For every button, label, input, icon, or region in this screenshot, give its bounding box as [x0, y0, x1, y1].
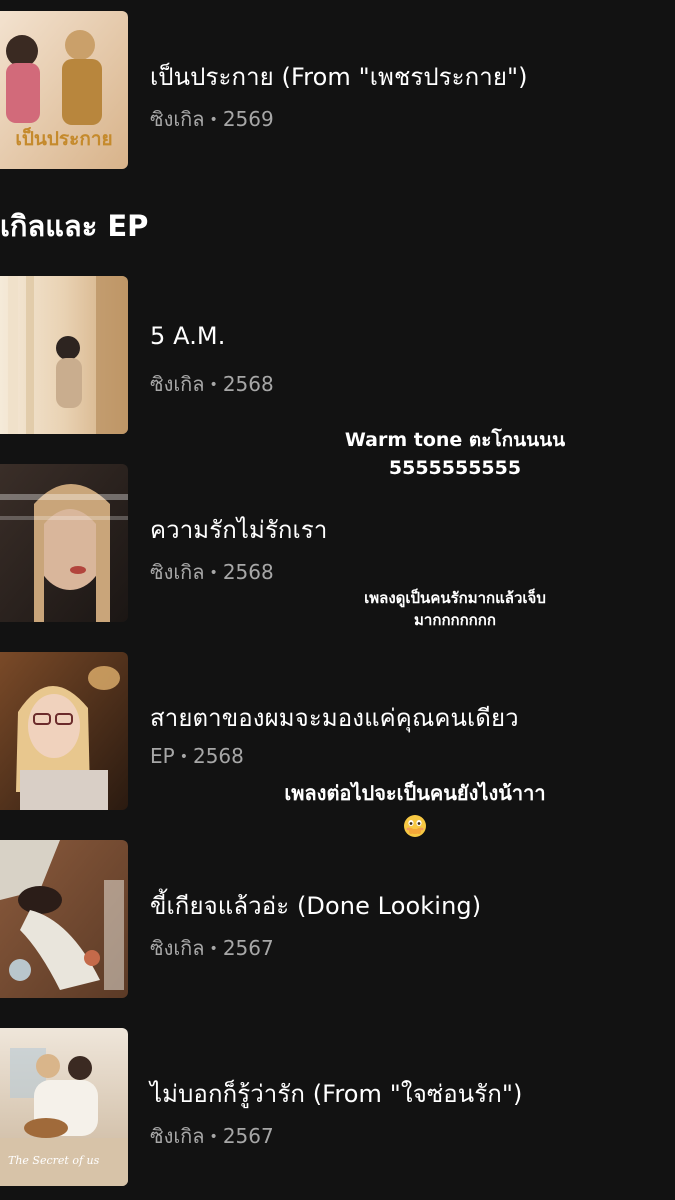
track-type: EP [150, 744, 175, 768]
track-meta: ซิงเกิล • 2568 [150, 556, 274, 588]
track-type: ซิงเกิล [150, 560, 205, 584]
meta-separator: • [209, 565, 218, 581]
track-meta: ซิงเกิล • 2567 [150, 1120, 274, 1152]
track-title[interactable]: 5 A.M. [150, 322, 225, 350]
album-cover[interactable]: The Secret of us [0, 1028, 128, 1186]
caption-line: มากกกกกกก [414, 611, 496, 629]
track-meta: ซิงเกิล • 2568 [150, 368, 274, 400]
meta-separator: • [209, 377, 218, 393]
track-type: ซิงเกิล [150, 1124, 205, 1148]
track-year: 2567 [222, 1124, 274, 1148]
track-title[interactable]: ความรักไม่รักเรา [150, 510, 327, 549]
track-type: ซิงเกิล [150, 936, 205, 960]
track-type: ซิงเกิล [150, 372, 205, 396]
caption-line: เพลงต่อไปจะเป็นคนยังไงน้าาา [284, 781, 546, 805]
caption-line: 5555555555 [388, 457, 522, 479]
track-year: 2569 [222, 107, 274, 131]
section-title: เกิลและ EP [0, 209, 149, 243]
track-type: ซิงเกิล [150, 107, 205, 131]
track-title[interactable]: ไม่บอกก็รู้ว่ารัก (From "ใจซ่อนรัก") [150, 1074, 523, 1113]
meta-separator: • [209, 941, 218, 957]
track-title[interactable]: ขี้เกียจแล้วอ่ะ (Done Looking) [150, 886, 481, 925]
track-year: 2568 [222, 372, 274, 396]
meta-separator: • [179, 749, 188, 765]
svg-text:เป็นประกาย: เป็นประกาย [15, 126, 112, 150]
flushed-face-icon [404, 815, 426, 837]
track-meta: ซิงเกิล • 2567 [150, 932, 274, 964]
album-cover[interactable] [0, 276, 128, 434]
track-year: 2567 [222, 936, 274, 960]
track-title[interactable]: สายตาของผมจะมองแค่คุณคนเดียว [150, 698, 519, 737]
story-caption: เพลงต่อไปจะเป็นคนยังไงน้าาา [230, 778, 600, 846]
track-row[interactable]: 5 A.M. ซิงเกิล • 2568 [0, 276, 675, 436]
track-meta: EP • 2568 [150, 744, 244, 768]
story-caption: เพลงดูเป็นคนรักมากแล้วเจ็บ มากกกกกกก [300, 587, 610, 631]
track-meta: ซิงเกิล • 2569 [150, 103, 274, 135]
caption-line: เพลงดูเป็นคนรักมากแล้วเจ็บ [364, 589, 546, 607]
track-year: 2568 [222, 560, 274, 584]
track-year: 2568 [192, 744, 244, 768]
meta-separator: • [209, 1129, 218, 1145]
caption-line: Warm tone ตะโกนนนน [344, 429, 566, 451]
album-cover[interactable]: เป็นประกาย [0, 11, 128, 169]
svg-text:The Secret of us: The Secret of us [8, 1154, 100, 1167]
track-row[interactable]: ขี้เกียจแล้วอ่ะ (Done Looking) ซิงเกิล • 2… [0, 840, 675, 1000]
album-cover[interactable] [0, 464, 128, 622]
track-title[interactable]: เป็นประกาย (From "เพชรประกาย") [150, 57, 528, 96]
track-row[interactable]: The Secret of us ไม่บอกก็รู้ว่ารัก (From… [0, 1028, 675, 1188]
meta-separator: • [209, 112, 218, 128]
album-cover[interactable] [0, 840, 128, 998]
track-row[interactable]: เป็นประกาย เป็นประกาย (From "เพชรประกาย"… [0, 11, 675, 171]
album-cover[interactable] [0, 652, 128, 810]
story-caption: Warm tone ตะโกนนนน 5555555555 [300, 426, 610, 482]
